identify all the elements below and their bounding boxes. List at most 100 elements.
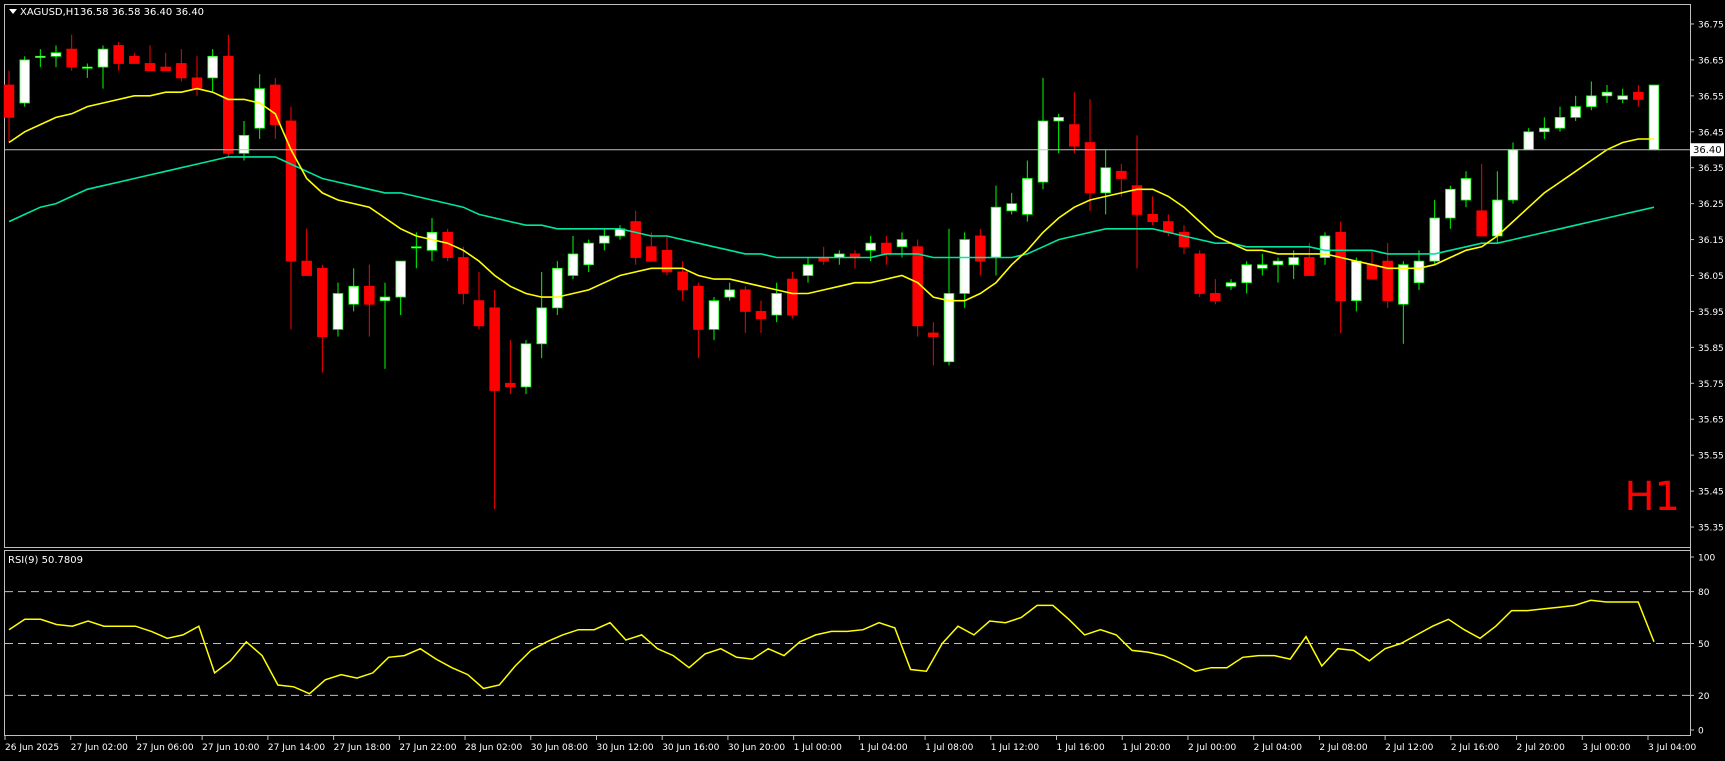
candle-body	[787, 278, 798, 316]
candle-body	[66, 48, 77, 68]
candle-body	[708, 300, 720, 330]
candle	[19, 56, 30, 107]
candle-body	[567, 253, 579, 276]
candle-body	[1335, 231, 1346, 302]
time-tick-label: 27 Jun 02:00	[71, 743, 128, 753]
price-axis: 36.75 36.65 36.55 36.45 36.35 36.25 36.15 36.05…	[1690, 20, 1724, 534]
candle-body	[379, 296, 391, 302]
time-tick-label: 27 Jun 18:00	[334, 743, 391, 753]
candle-body	[1100, 167, 1111, 194]
candle-body	[1147, 214, 1158, 222]
price-tick-label: 36.05	[1698, 272, 1724, 282]
candle-body	[129, 55, 140, 64]
timeframe-badge: H1	[1624, 474, 1680, 520]
candle	[787, 271, 798, 319]
current-price-marker: 36.40	[1690, 143, 1724, 157]
price-tick-label: 36.35	[1698, 164, 1724, 174]
candle-body	[1257, 264, 1268, 269]
candle-body	[1492, 199, 1503, 237]
candle-body	[630, 221, 641, 258]
time-tick-label: 2 Jul 12:00	[1385, 743, 1434, 753]
candle-body	[1225, 282, 1237, 287]
candle-body	[1539, 127, 1550, 133]
candle-body	[771, 293, 782, 316]
price-tick-label: 35.75	[1698, 380, 1724, 390]
candle-body	[270, 84, 281, 125]
rsi-tick-label: 0	[1698, 727, 1704, 737]
candle-body	[646, 246, 657, 262]
candle-body	[113, 45, 124, 64]
time-tick-label: 3 Jul 04:00	[1648, 743, 1697, 753]
price-tick-label: 35.55	[1698, 452, 1724, 462]
price-tick-label: 35.95	[1698, 308, 1724, 318]
price-tick-label: 36.55	[1698, 92, 1724, 102]
candle-body	[1163, 221, 1174, 233]
candle-body	[1116, 170, 1127, 179]
time-tick-label: 30 Jun 12:00	[596, 743, 653, 753]
time-tick-label: 30 Jun 20:00	[728, 743, 785, 753]
candle-body	[1053, 116, 1064, 122]
candle-body	[896, 239, 908, 248]
price-tick-label: 36.65	[1698, 56, 1724, 66]
candle-body	[1633, 91, 1644, 100]
candle-body	[740, 289, 751, 312]
price-tick-label: 36.75	[1698, 20, 1724, 30]
candle-body	[82, 66, 93, 69]
rsi-tick-label: 80	[1698, 588, 1710, 598]
candle-body	[176, 63, 187, 79]
candle-body	[1617, 95, 1628, 100]
chart-canvas[interactable]: 36.75 36.65 36.55 36.45 36.35 36.25 36.15 36.05…	[0, 0, 1725, 757]
candle-body	[317, 267, 328, 337]
candle-body	[1272, 260, 1284, 266]
candle-body	[301, 260, 312, 276]
candle	[1523, 128, 1534, 151]
candle	[1194, 250, 1205, 298]
time-tick-label: 27 Jun 06:00	[136, 743, 193, 753]
time-tick-label: 27 Jun 14:00	[268, 743, 325, 753]
candle-body	[1413, 260, 1425, 284]
candle-body	[865, 242, 876, 251]
candle-body	[1194, 253, 1205, 294]
candle-body	[1210, 293, 1221, 302]
candle-body	[50, 52, 62, 57]
candle-body	[536, 307, 547, 345]
candle-body	[1398, 264, 1409, 305]
candle	[1648, 84, 1660, 151]
candle-body	[1476, 210, 1487, 237]
candle-body	[1507, 149, 1519, 201]
candle-body	[1648, 84, 1660, 151]
candle-body	[1366, 264, 1378, 280]
price-tick-label: 35.65	[1698, 416, 1724, 426]
price-tick-label: 36.15	[1698, 236, 1724, 246]
time-axis: 26 Jun 2025 27 Jun 02:00 27 Jun 06:00 27 Ju…	[4, 736, 1697, 753]
candle-body	[943, 293, 955, 363]
candle-body	[1523, 131, 1534, 151]
candle-body	[3, 84, 15, 118]
price-panel-frame	[4, 4, 1691, 548]
time-tick-label: 1 Jul 08:00	[925, 743, 974, 753]
time-tick-label: 28 Jun 02:00	[465, 743, 522, 753]
time-tick-label: 1 Jul 04:00	[859, 743, 908, 753]
candle-body	[207, 55, 218, 79]
candle-body	[583, 242, 594, 266]
candle-body	[489, 307, 500, 391]
candle-body	[881, 242, 892, 255]
candle-body	[473, 300, 485, 327]
time-tick-label: 2 Jul 00:00	[1188, 743, 1237, 753]
candle-body	[35, 55, 46, 58]
rsi-tick-label: 50	[1698, 640, 1710, 650]
candle-body	[254, 88, 265, 129]
candle-body	[1288, 257, 1299, 266]
time-tick-label: 1 Jul 12:00	[991, 743, 1040, 753]
candle-body	[552, 267, 563, 309]
time-tick-label: 3 Jul 00:00	[1582, 743, 1631, 753]
price-tick-label: 36.45	[1698, 128, 1724, 138]
candle-body	[395, 260, 406, 298]
candle-body	[990, 206, 1002, 258]
time-tick-label: 1 Jul 00:00	[794, 743, 843, 753]
candle-body	[505, 382, 516, 388]
trading-chart[interactable]: 36.75 36.65 36.55 36.45 36.35 36.25 36.15 36.05…	[0, 0, 1725, 757]
price-tick-label: 35.35	[1698, 524, 1724, 534]
candle-body	[599, 235, 610, 244]
candle	[552, 261, 563, 316]
